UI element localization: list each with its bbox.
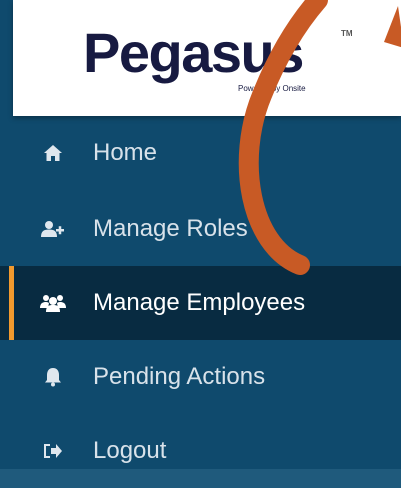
sidebar-item-home[interactable]: Home (0, 116, 401, 190)
sidebar-item-label: Pending Actions (93, 363, 266, 390)
add-user-icon (37, 213, 69, 245)
logout-icon (37, 435, 69, 467)
sidebar: Pegasus TM Powered by Onsite Home Manage… (0, 0, 401, 469)
sidebar-nav: Home Manage Roles Manage Employees Pendi… (0, 118, 401, 488)
bell-icon (37, 361, 69, 393)
sidebar-item-manage-employees[interactable]: Manage Employees (0, 266, 401, 340)
home-icon (37, 137, 69, 169)
users-icon (37, 287, 69, 319)
logo-title: Pegasus (83, 21, 304, 84)
sidebar-item-label: Manage Employees (93, 289, 306, 316)
sidebar-item-label: Manage Roles (93, 215, 248, 242)
logo-area[interactable]: Pegasus TM Powered by Onsite (13, 0, 401, 116)
sidebar-item-label: Logout (93, 437, 167, 464)
sidebar-item-logout[interactable]: Logout (0, 414, 401, 488)
sidebar-item-pending-actions[interactable]: Pending Actions (0, 340, 401, 414)
sidebar-item-label: Home (93, 139, 158, 166)
logo-trademark: TM (341, 29, 353, 38)
sidebar-item-manage-roles[interactable]: Manage Roles (0, 192, 401, 266)
logo-subtitle: Powered by Onsite (238, 84, 306, 93)
